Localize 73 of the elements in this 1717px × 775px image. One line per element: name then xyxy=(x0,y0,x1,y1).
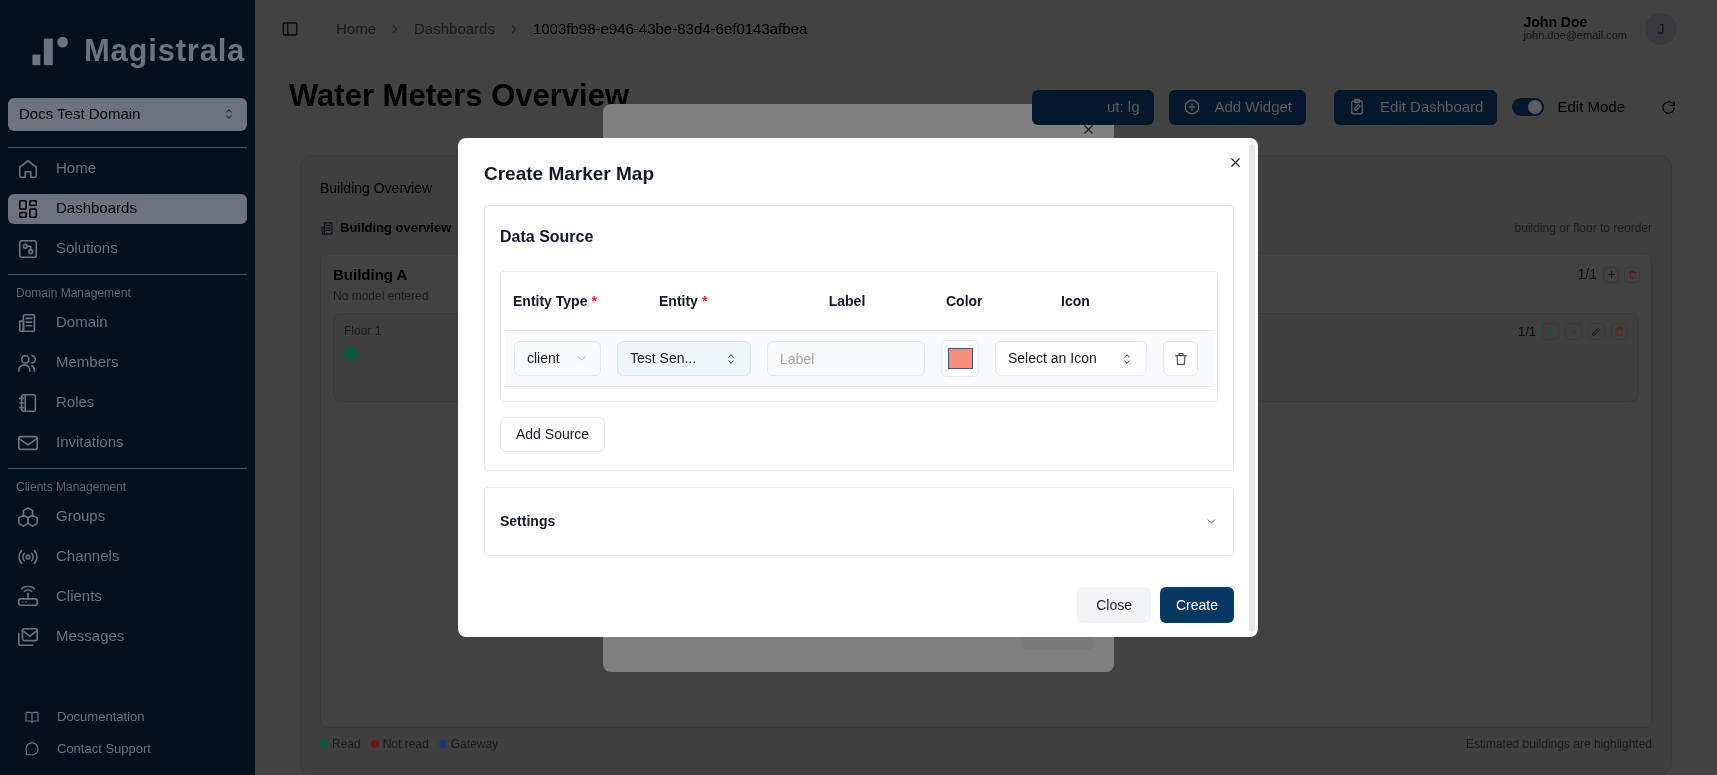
label-input[interactable]: Label xyxy=(767,341,925,376)
plus-icon xyxy=(1545,325,1556,337)
delete-row-button[interactable] xyxy=(1163,341,1198,376)
delete-floor-button[interactable] xyxy=(1611,322,1628,340)
trash-icon xyxy=(1172,350,1189,367)
edit-floor-button[interactable] xyxy=(1588,322,1605,340)
column-header: Label xyxy=(828,291,866,311)
color-picker[interactable] xyxy=(941,340,979,377)
sidebar-item[interactable]: Channels xyxy=(8,541,247,572)
building-icon xyxy=(320,220,335,236)
sidebar-item[interactable]: Messages xyxy=(8,621,247,652)
column-header: Entity Type xyxy=(513,291,588,311)
user-name: John Doe xyxy=(1523,16,1589,30)
trash-icon xyxy=(1614,325,1625,337)
chat-bubble-icon xyxy=(24,741,40,757)
section-heading: Domain Management xyxy=(15,284,132,302)
cubes-icon xyxy=(17,505,39,528)
column-header: Icon xyxy=(1061,291,1090,311)
delete-building-button[interactable] xyxy=(1624,266,1640,283)
required-mark: * xyxy=(701,291,708,311)
modal-title: Create Marker Map xyxy=(484,162,656,184)
footer-link[interactable]: Documentation xyxy=(24,707,247,727)
column-header: Entity xyxy=(659,291,698,311)
sidebar-item[interactable]: Dashboards xyxy=(8,193,247,224)
edit-mode-toggle[interactable] xyxy=(1512,98,1545,117)
building-name: Building A xyxy=(333,265,409,285)
router-icon xyxy=(17,585,39,608)
plus-icon xyxy=(1605,269,1617,280)
sidebar-item[interactable]: Invitations xyxy=(8,427,247,458)
column-header: Color xyxy=(946,291,983,311)
sidebar-item[interactable]: Clients xyxy=(8,581,247,612)
puzzle-board-icon xyxy=(17,237,39,260)
sidebar-item[interactable]: Members xyxy=(8,347,247,378)
mail-stack-icon xyxy=(17,625,39,648)
required-mark: * xyxy=(591,291,597,311)
sidebar-item[interactable]: Roles xyxy=(8,387,247,418)
page-title: Water Meters Overview xyxy=(289,76,629,115)
gateway-button[interactable] xyxy=(1565,322,1582,340)
footer-link[interactable]: Contact Support xyxy=(24,739,247,759)
toolbar-button[interactable]: ut: lg xyxy=(1031,89,1154,125)
dashboard-icon xyxy=(17,197,39,220)
breadcrumb-link[interactable]: 1003fb98-e946-43be-83d4-6ef0143afbea xyxy=(532,18,808,41)
pencil-icon xyxy=(1591,325,1602,337)
domain-select[interactable]: Docs Test Domain xyxy=(8,97,247,131)
section-heading: Clients Management xyxy=(15,478,128,496)
sidebar-item[interactable]: Solutions xyxy=(8,233,247,264)
widget-title: Building Overview xyxy=(320,179,434,196)
notebook-icon xyxy=(17,391,39,414)
add-floor-button[interactable] xyxy=(1603,266,1619,283)
widget-subtitle: Building overview xyxy=(340,219,452,238)
toolbar-button[interactable]: Add Widget xyxy=(1168,89,1307,125)
add-source-button[interactable]: Add Source xyxy=(500,417,606,452)
book-icon xyxy=(24,709,40,725)
entity-type-select[interactable]: client xyxy=(514,341,601,376)
panel-title: Data Source xyxy=(500,227,595,245)
logo-text: Magistrala xyxy=(84,32,246,70)
add-meter-button[interactable] xyxy=(1542,322,1559,340)
refresh-icon[interactable] xyxy=(1660,98,1677,116)
sidebar-item[interactable]: Home xyxy=(8,153,247,184)
close-icon[interactable] xyxy=(1228,155,1243,170)
house-icon xyxy=(17,157,39,180)
close-button[interactable]: Close xyxy=(1077,587,1151,623)
entity-select[interactable]: Test Sen... xyxy=(617,341,751,376)
edit-mode-label: Edit Mode xyxy=(1557,96,1625,117)
trash-icon xyxy=(1626,269,1638,280)
sidebar-item[interactable]: Domain xyxy=(8,307,247,338)
sidebar-item[interactable]: Groups xyxy=(8,501,247,532)
icon-select[interactable]: Select an Icon xyxy=(995,341,1147,376)
toolbar-button[interactable]: Edit Dashboard xyxy=(1334,89,1498,125)
sidebar-toggle-icon[interactable] xyxy=(281,20,299,39)
settings-panel[interactable]: Settings xyxy=(484,487,1234,556)
plus-circle-icon xyxy=(1182,98,1201,117)
create-button[interactable]: Create xyxy=(1159,587,1234,623)
